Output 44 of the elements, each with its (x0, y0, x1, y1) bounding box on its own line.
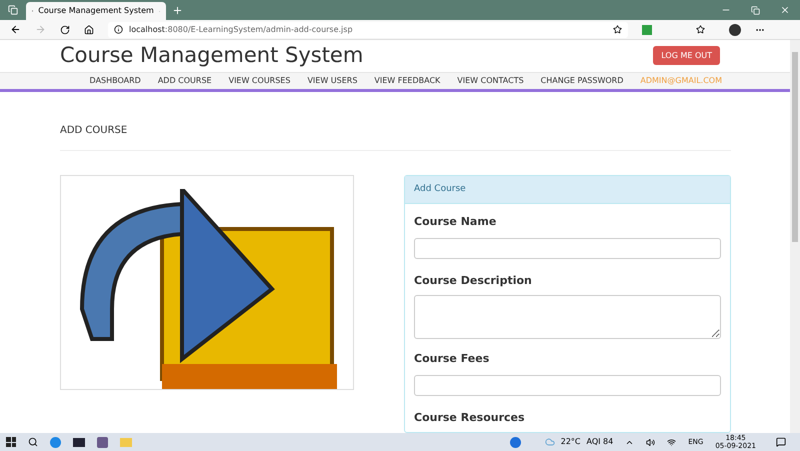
profile-avatar[interactable] (729, 24, 741, 36)
wifi-icon[interactable] (667, 438, 676, 446)
tab-actions-icon[interactable] (8, 5, 18, 15)
nav-link[interactable]: DASHBOARD (90, 74, 141, 87)
panel-heading: Add Course (405, 176, 730, 204)
new-tab-icon[interactable] (172, 5, 183, 16)
home-icon[interactable] (84, 24, 94, 34)
url-text: localhost:8080/E-LearningSystem/admin-add-course.jsp (129, 24, 354, 36)
temperature: 22°C (560, 436, 580, 448)
nav-link[interactable]: CHANGE PASSWORD (540, 74, 624, 87)
tab-title: Course Management System (38, 5, 154, 17)
url-field[interactable]: localhost:8080/E-LearningSystem/admin-add-course.jsp (108, 22, 628, 38)
air-quality: AQI 84 (586, 436, 614, 448)
scrollbar[interactable] (790, 40, 800, 433)
volume-icon[interactable] (646, 438, 656, 446)
field-label: Course Fees (414, 351, 490, 367)
nav-link[interactable]: VIEW USERS (307, 74, 358, 87)
nav-link[interactable]: VIEW COURSES (228, 74, 290, 87)
field-label: Course Name (414, 214, 498, 230)
field-label: Course Resources (414, 410, 526, 426)
site-title: Course Management System (60, 42, 364, 69)
field-label: Course Description (414, 272, 533, 288)
favorite-icon[interactable] (613, 25, 622, 34)
start-icon[interactable] (6, 437, 16, 447)
browser-tab[interactable]: Course Management System (26, 2, 166, 20)
notification-icon[interactable] (776, 437, 786, 447)
page-heading: ADD COURSE (60, 92, 731, 151)
text-input[interactable] (414, 375, 721, 396)
info-icon (114, 25, 123, 34)
nav-link[interactable]: ADD COURSE (158, 74, 212, 87)
nav-link[interactable]: VIEW FEEDBACK (374, 74, 440, 87)
reload-icon[interactable] (60, 24, 70, 34)
back-icon[interactable] (10, 24, 21, 35)
search-icon[interactable] (28, 437, 38, 447)
terminal-app-icon[interactable] (73, 438, 85, 446)
logout-button[interactable]: LOG ME OUT (653, 46, 720, 66)
nav-link[interactable]: VIEW CONTACTS (457, 74, 524, 87)
restore-icon[interactable] (751, 6, 760, 15)
text-input[interactable] (414, 238, 721, 259)
browser-app-icon[interactable] (50, 436, 61, 448)
favorites-icon[interactable] (696, 25, 705, 34)
app-icon[interactable] (97, 436, 108, 448)
extension-icon[interactable] (642, 24, 652, 34)
help-icon[interactable] (510, 436, 521, 448)
